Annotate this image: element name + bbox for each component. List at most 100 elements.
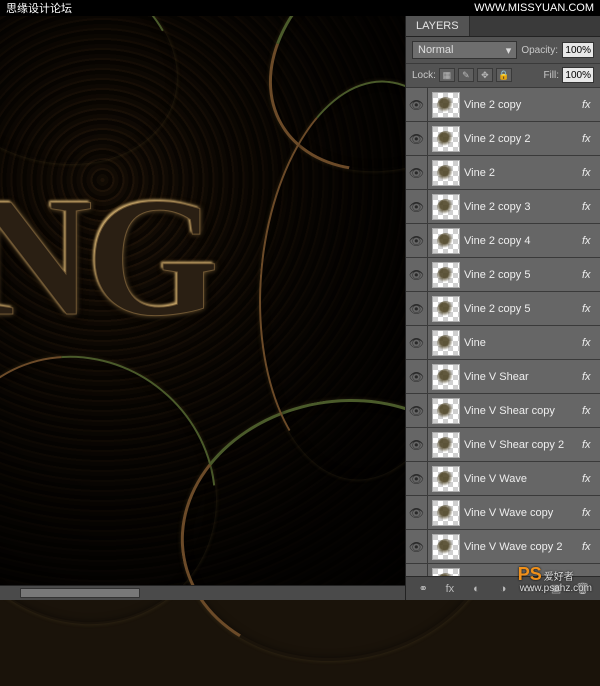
layer-name[interactable]: Vine 2 copy 5: [464, 303, 582, 315]
layer-name[interactable]: Vine 2 copy: [464, 99, 582, 111]
watermark-sub: 爱好者: [544, 572, 574, 583]
app-topbar: 思缘设计论坛 WWW.MISSYUAN.COM: [0, 0, 600, 16]
layer-row[interactable]: 👁 Vine V Shear copyfx: [406, 394, 600, 428]
layer-thumbnail[interactable]: [432, 262, 460, 288]
layer-fx-indicator[interactable]: fx: [582, 541, 598, 553]
layer-thumbnail[interactable]: [432, 568, 460, 577]
layers-panel: LAYERS Normal ▾ Opacity: 100% Lock: ▦ ✎ …: [405, 16, 600, 600]
layer-thumbnail[interactable]: [432, 126, 460, 152]
horizontal-scrollbar[interactable]: [0, 585, 410, 600]
layer-row[interactable]: 👁 Vine 2 copy 3fx: [406, 190, 600, 224]
lock-all-icon[interactable]: 🔒: [496, 68, 512, 82]
layer-row[interactable]: 👁 Vine 2 copyfx: [406, 88, 600, 122]
layer-name[interactable]: Vine 2 copy 2: [464, 133, 582, 145]
layer-fx-indicator[interactable]: fx: [582, 235, 598, 247]
layer-thumbnail[interactable]: [432, 500, 460, 526]
layer-row[interactable]: 👁 Vine V Shear copy 2fx: [406, 428, 600, 462]
layer-name[interactable]: Vine 2 copy 5: [464, 269, 582, 281]
visibility-eye-icon[interactable]: 👁: [406, 360, 428, 393]
layer-fx-indicator[interactable]: fx: [582, 167, 598, 179]
layer-row[interactable]: 👁 Vine V Shearfx: [406, 360, 600, 394]
layer-name[interactable]: Vine V Shear copy: [464, 405, 582, 417]
layer-row[interactable]: 👁 Vine 2 copy 5fx: [406, 292, 600, 326]
visibility-eye-icon[interactable]: 👁: [406, 156, 428, 189]
layer-fx-indicator[interactable]: fx: [582, 133, 598, 145]
lock-position-icon[interactable]: ✥: [477, 68, 493, 82]
layer-thumbnail[interactable]: [432, 296, 460, 322]
link-layers-icon[interactable]: ⚭: [413, 581, 433, 597]
layer-name[interactable]: Vine 2: [464, 167, 582, 179]
visibility-eye-icon[interactable]: 👁: [406, 190, 428, 223]
blend-mode-value: Normal: [418, 44, 453, 56]
layer-fx-indicator[interactable]: fx: [582, 439, 598, 451]
layer-thumbnail[interactable]: [432, 228, 460, 254]
layer-name[interactable]: Vine 2 copy 3: [464, 201, 582, 213]
topbar-left: 思缘设计论坛: [6, 0, 72, 16]
layer-thumbnail[interactable]: [432, 194, 460, 220]
panel-tabs: LAYERS: [406, 16, 600, 37]
visibility-eye-icon[interactable]: 👁: [406, 530, 428, 563]
artwork-text: NG: [0, 160, 213, 355]
layer-name[interactable]: Vine V Shear: [464, 371, 582, 383]
visibility-eye-icon[interactable]: 👁: [406, 326, 428, 359]
layers-list: 👁Vine 2 copyfx👁Vine 2 copy 2fx👁Vine 2fx👁…: [406, 88, 600, 576]
layer-thumbnail[interactable]: [432, 432, 460, 458]
blend-mode-select[interactable]: Normal ▾: [412, 41, 517, 59]
layer-fx-indicator[interactable]: fx: [582, 371, 598, 383]
layer-fx-indicator[interactable]: fx: [582, 337, 598, 349]
visibility-eye-icon[interactable]: 👁: [406, 428, 428, 461]
visibility-eye-icon[interactable]: 👁: [406, 394, 428, 427]
layer-fx-indicator[interactable]: fx: [582, 303, 598, 315]
layer-row[interactable]: 👁 Vine V Wavefx: [406, 462, 600, 496]
lock-fill-row: Lock: ▦ ✎ ✥ 🔒 Fill: 100%: [406, 64, 600, 88]
layer-thumbnail[interactable]: [432, 92, 460, 118]
watermark-domain: www.psahz.com: [520, 583, 592, 594]
layer-thumbnail[interactable]: [432, 534, 460, 560]
layer-fx-indicator[interactable]: fx: [582, 507, 598, 519]
layer-name[interactable]: Vine: [464, 337, 582, 349]
visibility-eye-icon[interactable]: 👁: [406, 258, 428, 291]
layer-name[interactable]: Vine 2 copy 4: [464, 235, 582, 247]
opacity-label: Opacity:: [521, 45, 558, 56]
visibility-eye-icon[interactable]: 👁: [406, 122, 428, 155]
fill-input[interactable]: 100%: [562, 67, 594, 83]
visibility-eye-icon[interactable]: 👁: [406, 462, 428, 495]
fx-menu-icon[interactable]: fx: [440, 581, 460, 597]
layer-mask-icon[interactable]: ◐: [466, 581, 486, 597]
opacity-input[interactable]: 100%: [562, 42, 594, 58]
layer-fx-indicator[interactable]: fx: [582, 405, 598, 417]
lock-transparency-icon[interactable]: ▦: [439, 68, 455, 82]
layer-name[interactable]: Vine V Shear copy 2: [464, 439, 582, 451]
document-canvas[interactable]: NG: [0, 0, 410, 600]
layer-thumbnail[interactable]: [432, 160, 460, 186]
visibility-eye-icon[interactable]: 👁: [406, 88, 428, 121]
visibility-eye-icon[interactable]: 👁: [406, 224, 428, 257]
layer-row[interactable]: 👁 Vine V Wave copy 2fx: [406, 530, 600, 564]
layers-tab[interactable]: LAYERS: [406, 16, 470, 36]
blend-opacity-row: Normal ▾ Opacity: 100%: [406, 37, 600, 64]
layer-thumbnail[interactable]: [432, 364, 460, 390]
layer-row[interactable]: 👁 Vine 2fx: [406, 156, 600, 190]
layer-row[interactable]: 👁 Vine V Wave copyfx: [406, 496, 600, 530]
layer-fx-indicator[interactable]: fx: [582, 201, 598, 213]
layer-fx-indicator[interactable]: fx: [582, 473, 598, 485]
visibility-eye-icon[interactable]: 👁: [406, 292, 428, 325]
lock-pixels-icon[interactable]: ✎: [458, 68, 474, 82]
layer-row[interactable]: 👁 Vinefx: [406, 326, 600, 360]
layer-thumbnail[interactable]: [432, 466, 460, 492]
layer-row[interactable]: 👁 Vine 2 copy 4fx: [406, 224, 600, 258]
scrollbar-thumb[interactable]: [20, 588, 140, 598]
layer-fx-indicator[interactable]: fx: [582, 269, 598, 281]
layer-thumbnail[interactable]: [432, 398, 460, 424]
layer-name[interactable]: Vine V Wave: [464, 473, 582, 485]
visibility-eye-icon[interactable]: 👁: [406, 564, 428, 576]
visibility-eye-icon[interactable]: 👁: [406, 496, 428, 529]
layer-row[interactable]: 👁 Vine 2 copy 2fx: [406, 122, 600, 156]
watermark-main: PS: [518, 564, 542, 584]
layer-row[interactable]: 👁 Vine 2 copy 5fx: [406, 258, 600, 292]
layer-thumbnail[interactable]: [432, 330, 460, 356]
layer-name[interactable]: Vine V Wave copy: [464, 507, 582, 519]
layer-name[interactable]: Vine V Wave copy 2: [464, 541, 582, 553]
adjustment-layer-icon[interactable]: ◑: [493, 581, 513, 597]
layer-fx-indicator[interactable]: fx: [582, 99, 598, 111]
